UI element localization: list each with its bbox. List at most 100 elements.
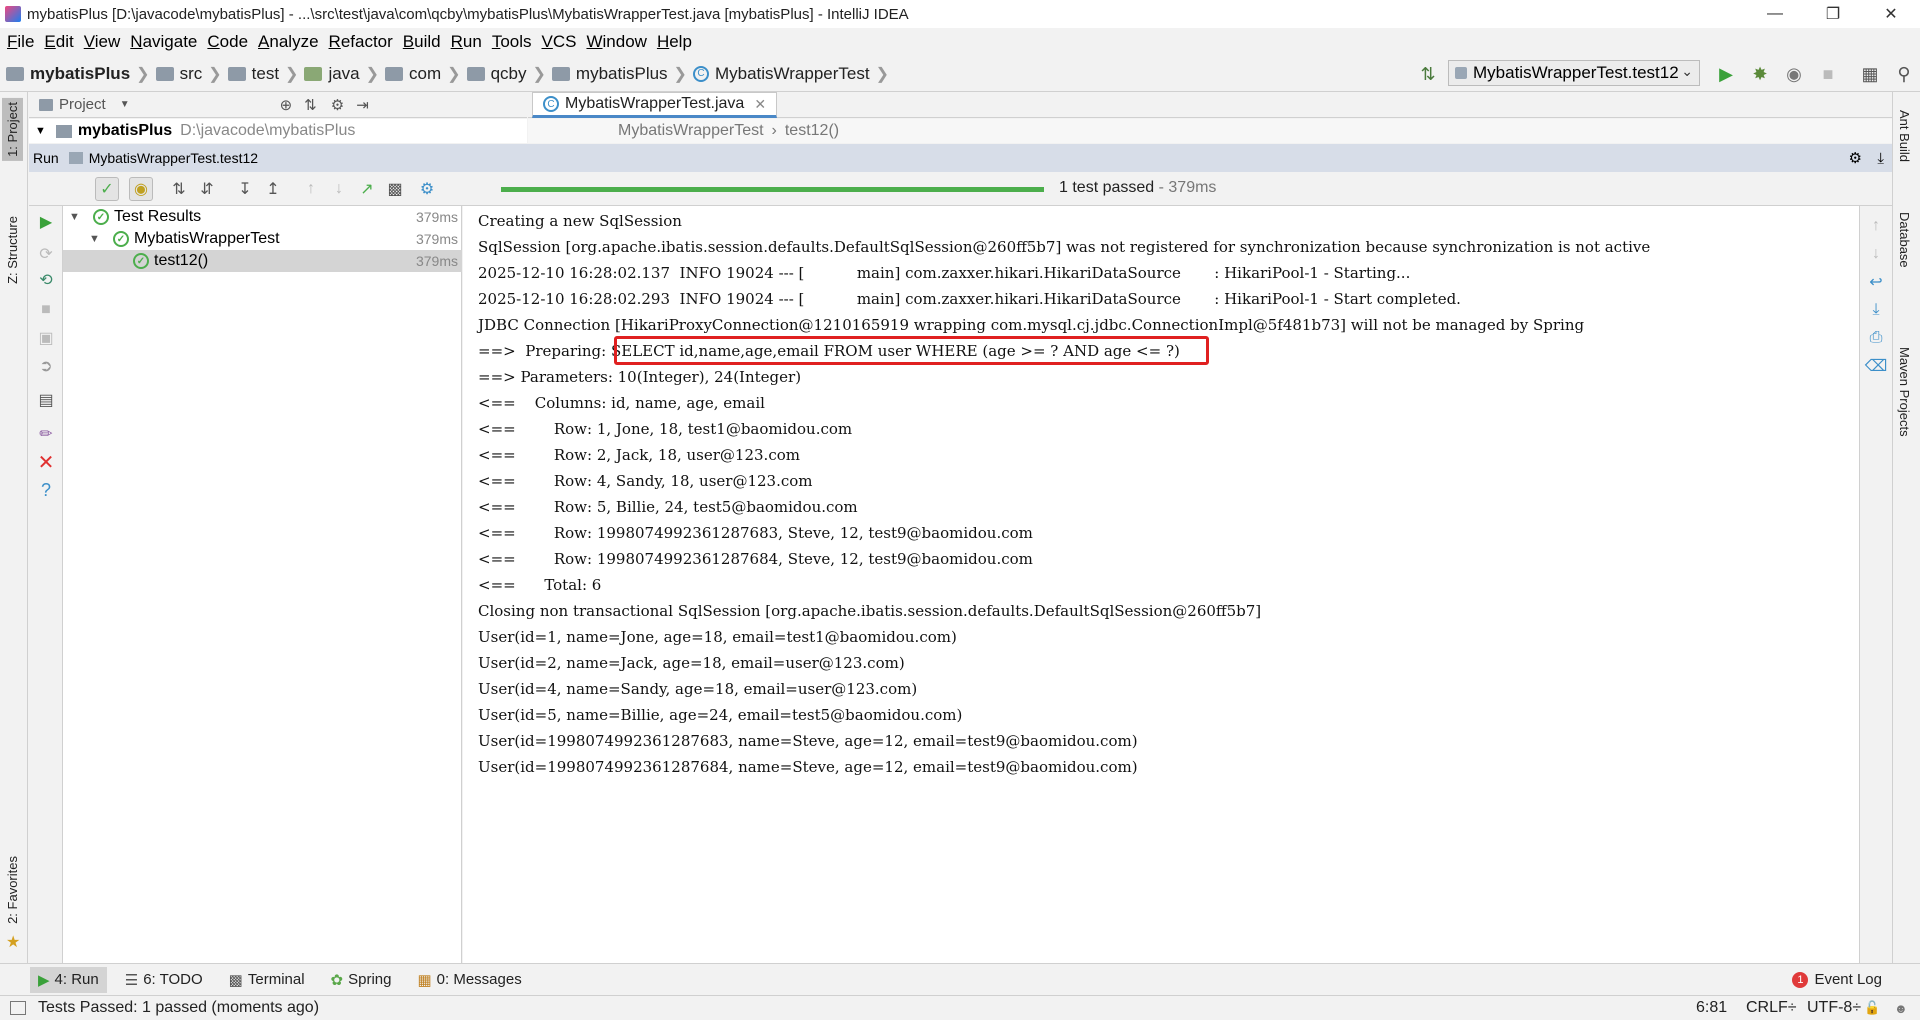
tree-row-results[interactable]: ▼ ✓ Test Results 379ms — [63, 206, 462, 228]
export-icon[interactable]: ↗ — [355, 177, 379, 201]
gear-icon[interactable]: ⚙ — [1849, 149, 1862, 167]
exit-icon[interactable]: ➲ — [34, 354, 58, 378]
crumb-project[interactable]: mybatisPlus ❯ — [6, 64, 150, 84]
up-arrow-icon[interactable]: ↑ — [1864, 214, 1888, 238]
gear-icon[interactable]: ⚙ — [415, 177, 439, 201]
menu-tools[interactable]: Tools — [492, 32, 532, 52]
tree-row-class[interactable]: ▼ ✓ MybatisWrapperTest 379ms — [63, 228, 462, 250]
pin-icon[interactable]: ✏ — [34, 422, 58, 446]
editor-crumb-method[interactable]: test12() — [785, 122, 839, 140]
tab-project[interactable]: 1: Project — [2, 98, 23, 161]
tab-maven-projects[interactable]: Maven Projects — [1897, 347, 1912, 437]
search-icon[interactable]: ⚲ — [1892, 62, 1916, 86]
close-icon[interactable]: ✕ — [1862, 0, 1920, 28]
print-icon[interactable]: ⎙ — [1864, 326, 1888, 350]
menu-vcs[interactable]: VCS — [542, 32, 577, 52]
tab-database[interactable]: Database — [1897, 212, 1912, 268]
menu-refactor[interactable]: Refactor — [329, 32, 393, 52]
stop-icon[interactable]: ■ — [34, 298, 58, 322]
camera-icon[interactable]: ▣ — [34, 326, 58, 350]
tab-messages[interactable]: ▦ 0: Messages — [409, 967, 529, 993]
crumb-mybatisplus-package[interactable]: mybatisPlus ❯ — [551, 64, 687, 84]
file-encoding[interactable]: UTF-8÷ — [1807, 999, 1861, 1017]
tab-favorites[interactable]: 2: Favorites — [2, 852, 23, 928]
import-icon[interactable]: ▩ — [383, 177, 407, 201]
project-panel-title[interactable]: Project — [59, 96, 106, 113]
module-icon — [55, 124, 72, 138]
run-icon[interactable]: ▶ — [1714, 62, 1738, 86]
menu-run[interactable]: Run — [451, 32, 482, 52]
layout-icon[interactable]: ▤ — [34, 388, 58, 412]
menu-edit[interactable]: Edit — [44, 32, 73, 52]
chevron-down-icon[interactable]: ▼ — [120, 99, 130, 110]
close-icon[interactable]: ✕ — [754, 96, 766, 113]
menu-help[interactable]: Help — [657, 32, 692, 52]
crumb-class[interactable]: C MybatisWrapperTest ❯ — [692, 64, 889, 84]
sort-duration-icon[interactable]: ⇵ — [195, 177, 219, 201]
tab-run[interactable]: ▶ 4: Run — [30, 966, 107, 993]
toggle-auto-test-icon[interactable]: ⟲ — [34, 268, 58, 292]
menu-file[interactable]: File — [7, 32, 34, 52]
collapse-all-icon[interactable]: ↥ — [261, 177, 285, 201]
crumb-java[interactable]: java ❯ — [304, 64, 379, 84]
line-separator[interactable]: CRLF÷ — [1746, 999, 1797, 1017]
collapse-icon[interactable]: ⇅ — [304, 96, 317, 114]
tree-row-method[interactable]: ✓ test12() 379ms — [63, 250, 462, 272]
menu-code[interactable]: Code — [207, 32, 248, 52]
soft-wrap-icon[interactable]: ↩ — [1864, 270, 1888, 294]
intellij-logo-icon — [5, 6, 21, 22]
menu-build[interactable]: Build — [403, 32, 441, 52]
debug-icon[interactable]: ✸ — [1748, 62, 1772, 86]
rerun-icon[interactable]: ▶ — [34, 210, 58, 234]
locate-icon[interactable]: ⊕ — [280, 96, 293, 114]
tab-ant-build[interactable]: Ant Build — [1897, 110, 1912, 162]
trash-icon[interactable]: ⌫ — [1864, 354, 1888, 378]
crumb-test[interactable]: test ❯ — [227, 64, 298, 84]
crumb-com[interactable]: com ❯ — [385, 64, 461, 84]
crumb-qcby[interactable]: qcby ❯ — [466, 64, 546, 84]
expand-all-icon[interactable]: ↧ — [233, 177, 257, 201]
project-root-row[interactable]: ▼ mybatisPlus D:\javacode\mybatisPlus — [29, 119, 527, 143]
help-icon[interactable]: ? — [34, 478, 58, 502]
stop-icon[interactable]: ■ — [1816, 62, 1840, 86]
project-structure-icon[interactable]: ▦ — [1858, 62, 1882, 86]
menu-window[interactable]: Window — [586, 32, 646, 52]
editor-breadcrumb: MybatisWrapperTest › test12() — [528, 119, 1892, 143]
down-arrow-icon[interactable]: ↓ — [1864, 242, 1888, 266]
close-icon[interactable]: ✕ — [34, 450, 58, 474]
scroll-to-end-icon[interactable]: ⤓ — [1864, 298, 1888, 322]
editor-crumb-class[interactable]: MybatisWrapperTest — [618, 122, 764, 140]
run-panel-label: Run — [33, 150, 59, 166]
hide-icon[interactable]: ⇥ — [356, 96, 369, 114]
minimize-icon[interactable]: — — [1746, 0, 1804, 28]
event-log-button[interactable]: 1 Event Log — [1784, 967, 1890, 992]
tab-todo[interactable]: ☰ 6: TODO — [117, 967, 211, 993]
tab-structure[interactable]: Z: Structure — [2, 212, 23, 288]
menu-view[interactable]: View — [84, 32, 121, 52]
star-icon: ★ — [6, 934, 21, 951]
restore-icon[interactable]: ❐ — [1804, 0, 1862, 28]
run-panel-config[interactable]: MybatisWrapperTest.test12 — [89, 150, 258, 166]
coverage-icon[interactable]: ◉ — [1782, 62, 1806, 86]
rerun-failed-icon[interactable]: ⟳ — [34, 242, 58, 266]
crumb-src[interactable]: src ❯ — [155, 64, 222, 84]
console-output[interactable]: Creating a new SqlSession SqlSession [or… — [463, 206, 1859, 963]
prev-failed-icon[interactable]: ↑ — [299, 177, 323, 201]
show-ignored-icon[interactable]: ◉ — [129, 177, 153, 201]
next-failed-icon[interactable]: ↓ — [327, 177, 351, 201]
gear-icon[interactable]: ⚙ — [331, 96, 344, 114]
caret-position[interactable]: 6:81 — [1696, 999, 1727, 1017]
run-config-select[interactable]: MybatisWrapperTest.test12 ⌄ — [1448, 60, 1700, 86]
show-passed-icon[interactable]: ✓ — [95, 177, 119, 201]
editor-tab-file[interactable]: C MybatisWrapperTest.java ✕ — [532, 92, 778, 118]
lock-icon[interactable]: 🔓 — [1864, 1000, 1880, 1016]
tab-terminal[interactable]: ▩ Terminal — [221, 967, 313, 993]
hector-icon[interactable]: ☻ — [1894, 1001, 1908, 1016]
toggle-tool-windows-icon[interactable] — [10, 1001, 26, 1015]
menu-analyze[interactable]: Analyze — [258, 32, 318, 52]
menu-navigate[interactable]: Navigate — [130, 32, 197, 52]
build-icon[interactable]: ⇅ — [1416, 62, 1440, 86]
sort-alpha-icon[interactable]: ⇅ — [167, 177, 191, 201]
tab-spring[interactable]: ✿ Spring — [323, 967, 400, 993]
hide-icon[interactable]: ⤓ — [1877, 150, 1884, 167]
